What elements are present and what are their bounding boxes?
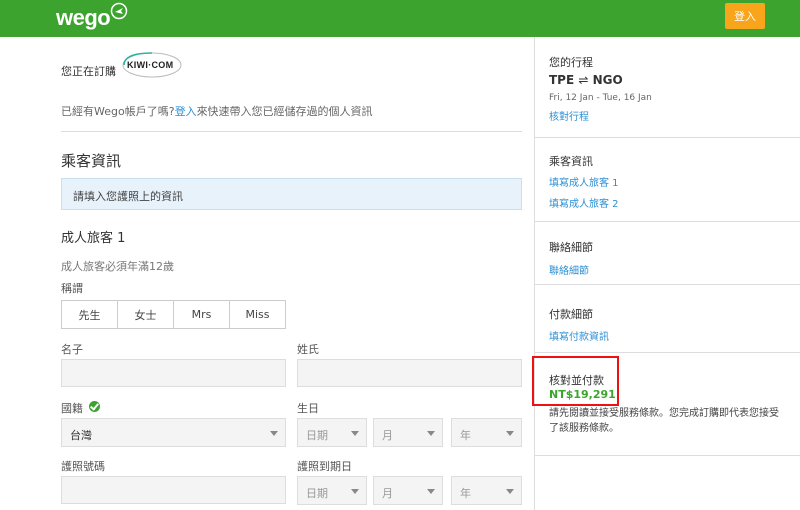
login-button[interactable]: 登入	[725, 3, 765, 29]
sidebar-payment-section: 付款細節 填寫付款資訊	[535, 285, 800, 353]
passport-number-input[interactable]	[61, 476, 286, 504]
expiry-month-placeholder: 月	[382, 487, 393, 500]
dob-year-select[interactable]: 年	[451, 418, 522, 447]
title-option-miss[interactable]: Miss	[230, 301, 285, 328]
dob-day-placeholder: 日期	[306, 429, 328, 442]
passport-expiry-label: 護照到期日	[297, 460, 352, 473]
verify-trip-link[interactable]: 核對行程	[549, 108, 589, 123]
chevron-down-icon	[427, 431, 435, 436]
chevron-down-icon	[427, 489, 435, 494]
terms-text: 請先閱讀並接受服務條款。您完成訂購即代表您接受了該服務條款。	[549, 408, 779, 434]
first-name-input[interactable]	[61, 359, 286, 387]
account-prompt-suffix: 來快速帶入您已經儲存過的個人資訊	[196, 105, 373, 118]
dob-day-select[interactable]: 日期	[297, 418, 367, 447]
account-prompt-text: 已經有Wego帳戶了嗎?	[61, 105, 175, 118]
account-login-link[interactable]: 登入	[175, 105, 197, 118]
top-bar: wego 登入	[0, 0, 800, 37]
route-from: TPE	[549, 73, 575, 87]
nationality-select[interactable]: 台灣	[61, 418, 286, 447]
expiry-day-placeholder: 日期	[306, 487, 328, 500]
dob-month-placeholder: 月	[382, 429, 393, 442]
chevron-down-icon	[506, 431, 514, 436]
sidebar-passenger-section: 乘客資訊 填寫成人旅客 1 填寫成人旅客 2	[535, 138, 800, 222]
plane-badge-icon	[110, 2, 128, 20]
booking-sidebar: 您的行程 TPE ⇌ NGO Fri, 12 Jan - Tue, 16 Jan…	[534, 37, 800, 510]
expiry-month-select[interactable]: 月	[373, 476, 443, 505]
route-to: NGO	[592, 73, 623, 87]
contact-details-link[interactable]: 聯絡細節	[549, 262, 589, 277]
nationality-label: 國籍	[61, 402, 83, 415]
booking-with-label: 您正在訂購	[61, 65, 116, 78]
check-icon	[89, 401, 100, 412]
dob-label: 生日	[297, 402, 319, 415]
sidebar-contact-section: 聯絡細節 聯絡細節	[535, 222, 800, 285]
passenger-section-title: 乘客資訊	[61, 152, 122, 170]
last-name-label: 姓氏	[297, 343, 319, 356]
chevron-down-icon	[506, 489, 514, 494]
nationality-value: 台灣	[70, 429, 92, 442]
contact-title: 聯絡細節	[549, 241, 593, 254]
fill-adult-2-link[interactable]: 填寫成人旅客 2	[549, 195, 619, 210]
title-selector: 先生 女士 Mrs Miss	[61, 300, 286, 329]
chevron-down-icon	[270, 431, 278, 436]
last-name-input[interactable]	[297, 359, 522, 387]
expiry-year-placeholder: 年	[460, 487, 471, 500]
trip-title: 您的行程	[549, 56, 593, 69]
divider	[61, 131, 522, 132]
expiry-day-select[interactable]: 日期	[297, 476, 367, 505]
title-option-mr[interactable]: 先生	[62, 301, 118, 328]
swap-arrows-icon: ⇌	[578, 73, 589, 87]
fill-adult-1-link[interactable]: 填寫成人旅客 1	[549, 174, 619, 189]
wego-logo[interactable]: wego	[56, 5, 111, 31]
first-name-label: 名子	[61, 343, 83, 356]
sidebar-trip-section: 您的行程 TPE ⇌ NGO Fri, 12 Jan - Tue, 16 Jan…	[535, 37, 800, 138]
trip-route: TPE ⇌ NGO	[549, 73, 623, 87]
payment-info-link[interactable]: 填寫付款資訊	[549, 328, 609, 343]
passenger-title: 乘客資訊	[549, 155, 593, 168]
adult-passenger-title: 成人旅客 1	[61, 231, 126, 246]
chevron-down-icon	[351, 489, 359, 494]
passport-number-label: 護照號碼	[61, 460, 105, 473]
expiry-year-select[interactable]: 年	[451, 476, 522, 505]
highlight-box	[532, 356, 619, 406]
title-option-ms[interactable]: 女士	[118, 301, 174, 328]
adult-age-note: 成人旅客必須年滿12歲	[61, 260, 174, 273]
kiwi-logo-text: KIWI·COM	[127, 60, 174, 70]
title-label: 稱謂	[61, 282, 83, 295]
chevron-down-icon	[351, 431, 359, 436]
dob-month-select[interactable]: 月	[373, 418, 443, 447]
account-prompt: 已經有Wego帳戶了嗎?登入來快速帶入您已經儲存過的個人資訊	[61, 103, 373, 119]
dob-year-placeholder: 年	[460, 429, 471, 442]
trip-dates: Fri, 12 Jan - Tue, 16 Jan	[549, 93, 652, 103]
passport-info-notice: 請填入您護照上的資訊	[61, 178, 522, 210]
payment-title: 付款細節	[549, 308, 593, 321]
title-option-mrs[interactable]: Mrs	[174, 301, 230, 328]
